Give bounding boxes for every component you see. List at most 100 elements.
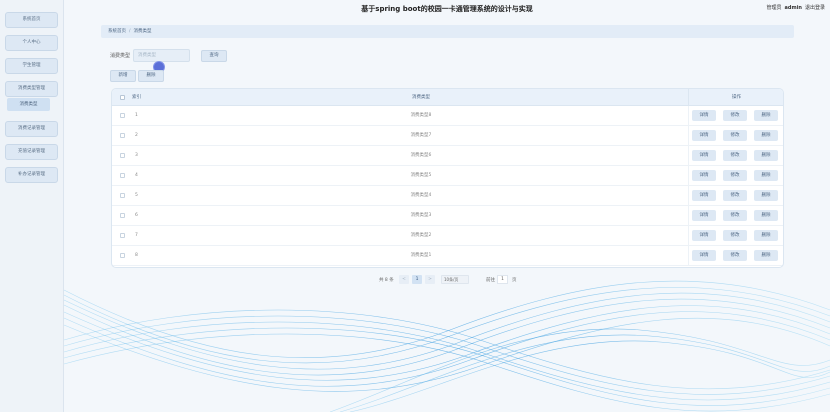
goto-label: 前往 [486, 278, 495, 283]
user-role: 管理员 [766, 5, 782, 11]
search-input[interactable]: 消费类型 [133, 49, 190, 62]
breadcrumb-separator: / [129, 29, 131, 34]
table-row: 5 消费类型4 详情 修改 删除 [112, 186, 783, 206]
row-checkbox[interactable] [120, 153, 125, 158]
data-table: 索引 消费类型 操作 1 消费类型8 详情 修改 删除 2 消费类型7 详情 修… [111, 88, 784, 268]
sidebar-item-consume-type[interactable]: 消费类型管理 [5, 81, 58, 97]
row-actions: 详情 修改 删除 [688, 126, 783, 146]
row-index: 3 [135, 153, 138, 158]
row-checkbox[interactable] [120, 113, 125, 118]
sidebar-subitem-consume-type[interactable]: 消费类型 [7, 98, 50, 111]
detail-button[interactable]: 详情 [692, 250, 716, 261]
row-checkbox[interactable] [120, 133, 125, 138]
edit-button[interactable]: 修改 [723, 250, 747, 261]
delete-button[interactable]: 删除 [754, 210, 778, 221]
table-row: 6 消费类型3 详情 修改 删除 [112, 206, 783, 226]
detail-button[interactable]: 详情 [692, 110, 716, 121]
detail-button[interactable]: 详情 [692, 150, 716, 161]
row-actions: 详情 修改 删除 [688, 246, 783, 266]
sidebar-item-consume-records[interactable]: 消费记录管理 [5, 121, 58, 137]
edit-button[interactable]: 修改 [723, 190, 747, 201]
breadcrumb-home[interactable]: 系统首页 [108, 29, 126, 34]
row-actions: 详情 修改 删除 [688, 186, 783, 206]
row-index: 2 [135, 133, 138, 138]
detail-button[interactable]: 详情 [692, 190, 716, 201]
column-header-index: 索引 [132, 95, 141, 100]
table-header: 索引 消费类型 操作 [112, 89, 783, 106]
row-index: 4 [135, 173, 138, 178]
breadcrumb-current: 消费类型 [133, 29, 152, 34]
row-actions: 详情 修改 删除 [688, 206, 783, 226]
row-type: 消费类型5 [410, 173, 432, 178]
header: 基于spring boot的校园一卡通管理系统的设计与实现 管理员 admin 退出… [64, 0, 830, 18]
goto-page-input[interactable]: 1 [497, 275, 508, 284]
edit-button[interactable]: 修改 [723, 130, 747, 141]
username: admin [784, 5, 802, 11]
row-index: 5 [135, 193, 138, 198]
delete-button[interactable]: 删除 [754, 250, 778, 261]
detail-button[interactable]: 详情 [692, 130, 716, 141]
search-label: 消费类型 [110, 53, 131, 59]
table-row: 8 消费类型1 详情 修改 删除 [112, 246, 783, 266]
table-row: 7 消费类型2 详情 修改 删除 [112, 226, 783, 246]
table-row: 4 消费类型5 详情 修改 删除 [112, 166, 783, 186]
detail-button[interactable]: 详情 [692, 210, 716, 221]
detail-button[interactable]: 详情 [692, 170, 716, 181]
row-checkbox[interactable] [120, 233, 125, 238]
delete-button[interactable]: 删除 [754, 230, 778, 241]
edit-button[interactable]: 修改 [723, 150, 747, 161]
user-area: 管理员 admin 退出登录 [764, 4, 825, 11]
add-button[interactable]: 新增 [110, 70, 136, 82]
app-title: 基于spring boot的校园一卡通管理系统的设计与实现 [361, 5, 533, 13]
row-checkbox[interactable] [120, 253, 125, 258]
row-type: 消费类型3 [410, 213, 432, 218]
row-actions: 详情 修改 删除 [688, 146, 783, 166]
batch-delete-button[interactable]: 删除 [138, 70, 164, 82]
logout-link[interactable]: 退出登录 [805, 5, 825, 11]
delete-button[interactable]: 删除 [754, 110, 778, 121]
query-button[interactable]: 查询 [201, 50, 227, 62]
delete-button[interactable]: 删除 [754, 150, 778, 161]
prev-page-button[interactable]: < [399, 275, 409, 284]
row-checkbox[interactable] [120, 173, 125, 178]
edit-button[interactable]: 修改 [723, 110, 747, 121]
row-type: 消费类型1 [410, 253, 432, 258]
edit-button[interactable]: 修改 [723, 230, 747, 241]
column-header-ops: 操作 [688, 89, 783, 106]
sidebar-item-home[interactable]: 系统首页 [5, 12, 58, 28]
row-checkbox[interactable] [120, 193, 125, 198]
table-row: 2 消费类型7 详情 修改 删除 [112, 126, 783, 146]
row-index: 6 [135, 213, 138, 218]
row-type: 消费类型4 [410, 193, 432, 198]
sidebar: 系统首页 个人中心 学生管理 消费类型管理 消费类型 消费记录管理 充值记录管理… [0, 0, 64, 412]
select-all-checkbox[interactable] [120, 95, 125, 100]
sidebar-item-recharge-records[interactable]: 充值记录管理 [5, 144, 58, 160]
row-type: 消费类型6 [410, 153, 432, 158]
row-actions: 详情 修改 删除 [688, 106, 783, 126]
page-number-button[interactable]: 1 [412, 275, 422, 284]
row-type: 消费类型2 [410, 233, 432, 238]
next-page-button[interactable]: > [425, 275, 435, 284]
delete-button[interactable]: 删除 [754, 130, 778, 141]
goto-suffix: 页 [512, 278, 517, 283]
edit-button[interactable]: 修改 [723, 210, 747, 221]
row-type: 消费类型7 [410, 133, 432, 138]
row-index: 1 [135, 113, 138, 118]
pagination-total: 共 8 条 [379, 278, 394, 283]
page-size-select[interactable]: 10条/页 [441, 275, 469, 284]
row-type: 消费类型8 [410, 113, 432, 118]
sidebar-item-students[interactable]: 学生管理 [5, 58, 58, 74]
row-actions: 详情 修改 删除 [688, 226, 783, 246]
row-index: 7 [135, 233, 138, 238]
table-row: 3 消费类型6 详情 修改 删除 [112, 146, 783, 166]
row-index: 8 [135, 253, 138, 258]
sidebar-item-reissue-records[interactable]: 补办记录管理 [5, 167, 58, 183]
delete-button[interactable]: 删除 [754, 190, 778, 201]
breadcrumb: 系统首页 / 消费类型 [101, 25, 794, 38]
sidebar-item-profile[interactable]: 个人中心 [5, 35, 58, 51]
detail-button[interactable]: 详情 [692, 230, 716, 241]
row-checkbox[interactable] [120, 213, 125, 218]
edit-button[interactable]: 修改 [723, 170, 747, 181]
row-actions: 详情 修改 删除 [688, 166, 783, 186]
delete-button[interactable]: 删除 [754, 170, 778, 181]
